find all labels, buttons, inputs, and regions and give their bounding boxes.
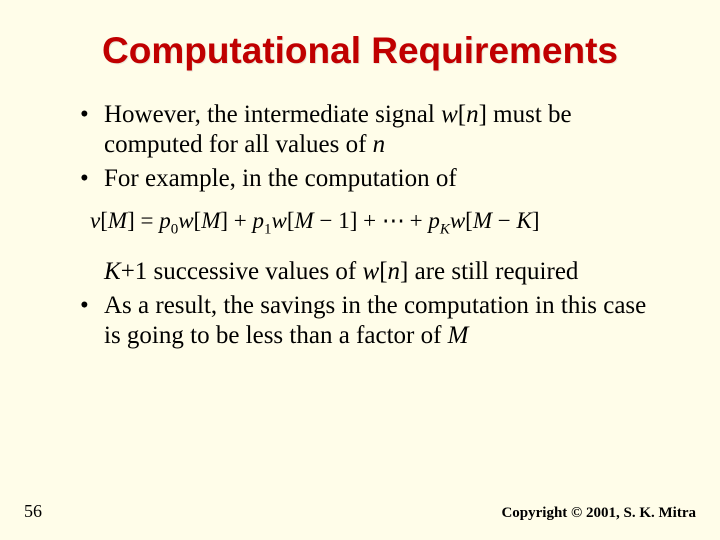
eq-w: w (272, 208, 287, 233)
var-K: K (104, 258, 121, 285)
eq-p: p (159, 208, 171, 233)
eq-K: K (517, 208, 532, 233)
text: As a result, the savings in the computat… (104, 292, 646, 349)
var-n: n (466, 101, 479, 128)
eq-p: p (428, 208, 440, 233)
copyright: Copyright © 2001, S. K. Mitra (501, 505, 696, 522)
bullet-2-text: For example, in the computation of (104, 164, 660, 194)
bullet-marker: • (80, 164, 104, 194)
bullet-marker: • (80, 100, 104, 130)
eq-p: p (253, 208, 265, 233)
var-n: n (388, 258, 401, 285)
equation: v[M] = p0w[M] + p1w[M − 1] + ⋯ + pKw[M −… (80, 208, 660, 239)
content-area: • However, the intermediate signal w[n] … (50, 100, 670, 351)
eq-op: + (404, 208, 428, 233)
bullet-1: • However, the intermediate signal w[n] … (80, 100, 660, 160)
page-number: 56 (24, 501, 42, 522)
eq-w: w (450, 208, 465, 233)
bullet-2: • For example, in the computation of (80, 164, 660, 194)
bracket: [ (379, 258, 387, 285)
bullet-3-continuation: K+1 successive values of w[n] are still … (80, 257, 660, 287)
var-n: n (373, 131, 386, 158)
eq-w: w (178, 208, 193, 233)
eq-bracket: ] = (127, 208, 159, 233)
eq-bracket: [ (465, 208, 473, 233)
eq-ellipsis: ⋯ (382, 208, 404, 233)
eq-bracket: ] (532, 208, 540, 233)
text: +1 successive values of (121, 258, 363, 285)
eq-M: M (201, 208, 220, 233)
eq-M: M (473, 208, 492, 233)
bracket: ] (479, 101, 487, 128)
bullet-1-text: However, the intermediate signal w[n] mu… (104, 100, 660, 160)
eq-M: M (108, 208, 127, 233)
eq-bracket: [ (287, 208, 295, 233)
slide-title: Computational Requirements (50, 30, 670, 72)
var-w: w (441, 101, 458, 128)
bullet-4-text: As a result, the savings in the computat… (104, 291, 660, 351)
eq-op: − (492, 208, 516, 233)
eq-bracket: [ (100, 208, 108, 233)
eq-bracket: ] + (220, 208, 252, 233)
var-M: M (448, 322, 469, 349)
text: are still required (408, 258, 578, 285)
eq-sub: K (440, 222, 450, 238)
eq-M: M (295, 208, 314, 233)
eq-sub: 1 (264, 222, 272, 238)
bracket: [ (458, 101, 466, 128)
text: However, the intermediate signal (104, 101, 441, 128)
eq-op: − 1] + (314, 208, 382, 233)
slide-container: Computational Requirements • However, th… (0, 0, 720, 540)
bullet-4: • As a result, the savings in the comput… (80, 291, 660, 351)
var-w: w (363, 258, 380, 285)
bullet-marker: • (80, 291, 104, 321)
eq-v: v (90, 208, 100, 233)
